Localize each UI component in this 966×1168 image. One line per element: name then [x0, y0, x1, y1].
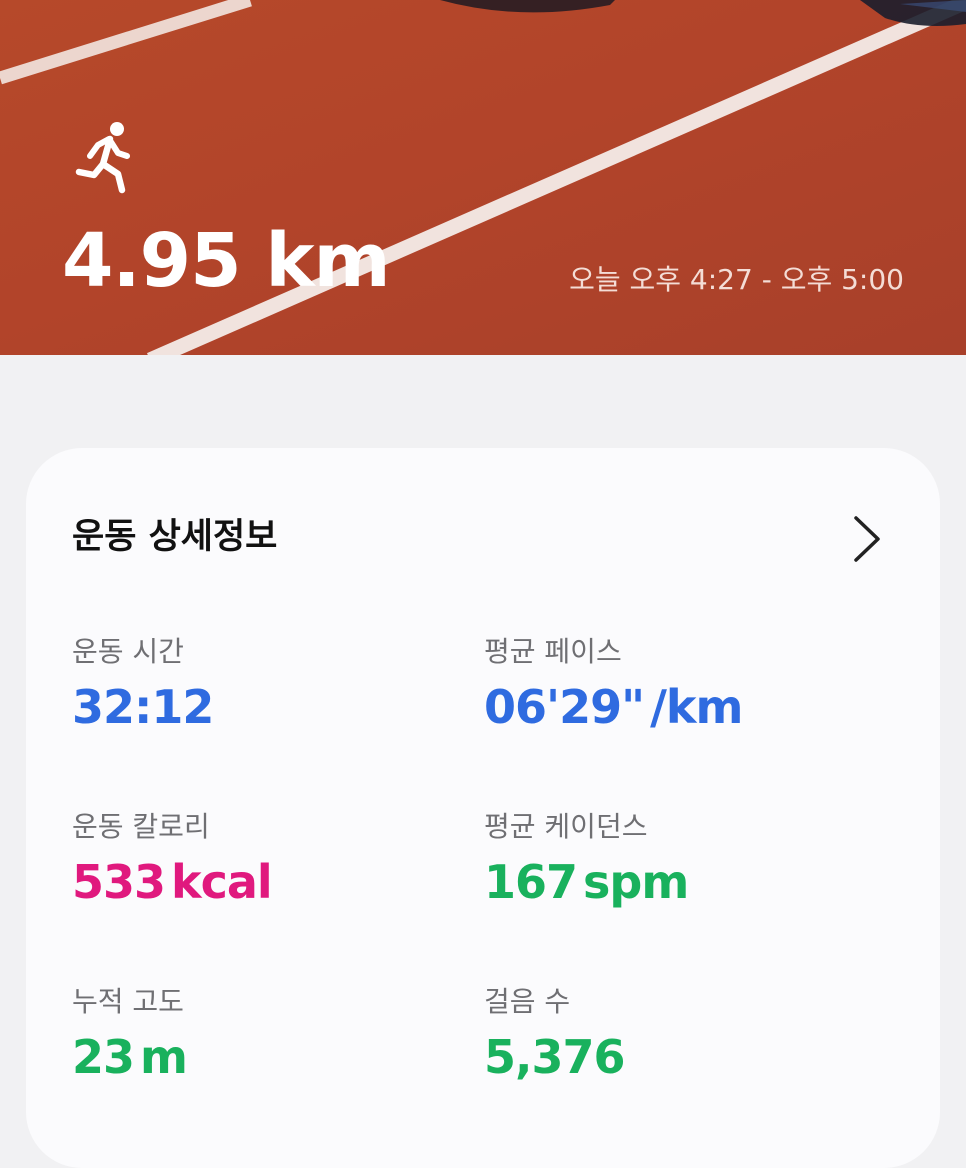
chevron-right-icon[interactable] [848, 514, 888, 564]
stat-unit: kcal [171, 855, 273, 909]
workout-time-range: 오늘 오후 4:27 - 오후 5:00 [569, 263, 904, 296]
stat-label: 운동 칼로리 [72, 810, 210, 843]
stat-label: 평균 페이스 [484, 635, 622, 668]
stat-label: 걸음 수 [484, 985, 571, 1018]
hero-banner: 4.95 km 오늘 오후 4:27 - 오후 5:00 [0, 0, 966, 355]
stat-unit: spm [583, 855, 689, 909]
stat-value: 23 m [72, 1034, 188, 1080]
stat-number: 167 [484, 855, 578, 909]
stat-number: 32:12 [72, 680, 214, 734]
stat-elevation-gain: 누적 고도 23 m [72, 985, 188, 1081]
stat-unit: m [140, 1030, 188, 1084]
stat-value: 06'29"/km [484, 684, 743, 730]
stat-label: 평균 케이던스 [484, 810, 648, 843]
stat-value: 533 kcal [72, 859, 273, 905]
card-title: 운동 상세정보 [72, 517, 278, 557]
stat-number: 23 [72, 1030, 135, 1084]
running-person-icon [75, 122, 130, 194]
stat-number: 5,376 [484, 1030, 626, 1084]
distance-value: 4.95 km [62, 218, 391, 304]
stat-label: 누적 고도 [72, 985, 184, 1018]
stat-unit: /km [650, 680, 743, 734]
stat-number: 533 [72, 855, 166, 909]
stat-workout-time: 운동 시간 32:12 [72, 635, 214, 731]
stat-average-pace: 평균 페이스 06'29"/km [484, 635, 743, 731]
stat-calories: 운동 칼로리 533 kcal [72, 810, 273, 906]
stat-value: 32:12 [72, 684, 214, 730]
stat-number: 06'29" [484, 680, 645, 734]
stat-step-count: 걸음 수 5,376 [484, 985, 626, 1081]
stat-value: 167 spm [484, 859, 689, 905]
stat-label: 운동 시간 [72, 635, 184, 668]
workout-details-card[interactable]: 운동 상세정보 운동 시간 32:12 평균 페이스 06'29"/km 운동 … [26, 448, 940, 1168]
stat-value: 5,376 [484, 1034, 626, 1080]
stat-average-cadence: 평균 케이던스 167 spm [484, 810, 689, 906]
